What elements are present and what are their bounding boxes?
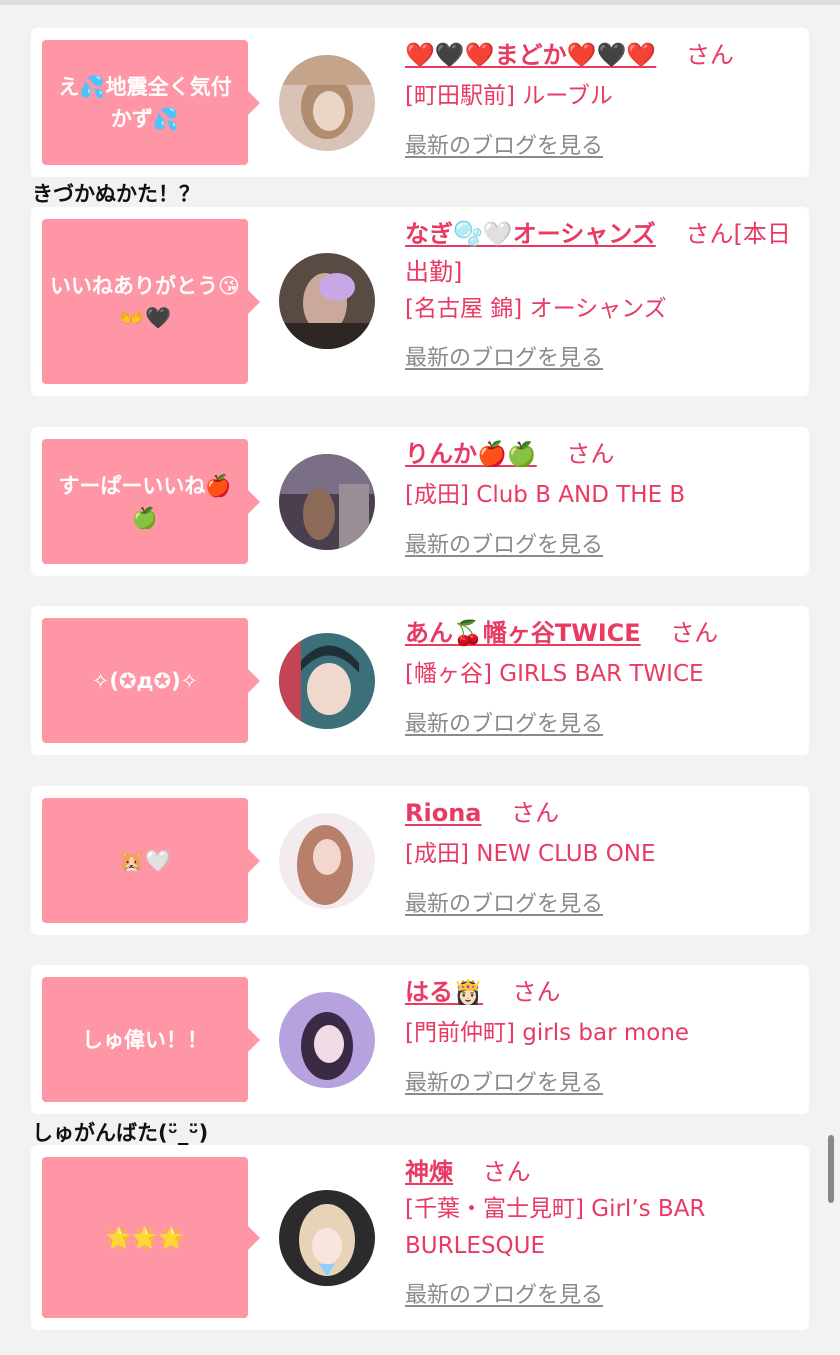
user-name-link[interactable]: Riona	[405, 799, 481, 827]
message-text: 🐹🤍	[118, 848, 172, 873]
latest-blog-link[interactable]: 最新のブログを見る	[405, 527, 603, 559]
user-name-link[interactable]: はる👸🏻	[405, 978, 483, 1006]
message-bubble: いいねありがとう😘👐🖤	[42, 219, 260, 384]
user-name-link[interactable]: 神煉	[405, 1158, 453, 1186]
scrollbar[interactable]	[828, 1135, 834, 1203]
user-name-link[interactable]: なぎ🫧🤍オーシャンズ	[405, 220, 656, 248]
message-text: いいねありがとう😘👐🖤	[50, 273, 240, 330]
message-text: ✧(✪д✪)✧	[91, 668, 199, 693]
latest-blog-link[interactable]: 最新のブログを見る	[405, 1277, 603, 1309]
honorific: さん	[670, 619, 719, 647]
avatar[interactable]	[279, 1190, 375, 1286]
shop-label: [成田] NEW CLUB ONE	[405, 841, 656, 867]
shop-label: [町田駅前] ルーブル	[405, 83, 613, 109]
like-card: え💦地震全く気付かず💦 ❤️🖤❤️まどか❤️🖤❤️ さん [町田駅前] ルーブル…	[31, 28, 809, 177]
shop-label: [門前仲町] girls bar mone	[405, 1020, 690, 1046]
message-text: すーぱーいいね🍎🍏	[58, 473, 232, 530]
latest-blog-link[interactable]: 最新のブログを見る	[405, 706, 603, 738]
message-bubble: すーぱーいいね🍎🍏	[42, 439, 260, 564]
like-card: すーぱーいいね🍎🍏 りんか🍎🍏 さん [成田] Club B AND THE B…	[31, 427, 809, 576]
message-text: しゅ偉い！！	[82, 1027, 208, 1052]
shop-label: [幡ヶ谷] GIRLS BAR TWICE	[405, 661, 704, 687]
message-text: 🌟🌟🌟	[105, 1225, 185, 1250]
like-card: いいねありがとう😘👐🖤 なぎ🫧🤍オーシャンズ さん[本日出勤] [名古屋 錦] …	[31, 207, 809, 396]
shop-label: [千葉・富士見町] Girl’s BAR BURLESQUE	[405, 1196, 706, 1259]
message-bubble: 🌟🌟🌟	[42, 1157, 260, 1318]
message-bubble: 🐹🤍	[42, 798, 260, 923]
avatar[interactable]	[279, 992, 375, 1088]
like-card: 🐹🤍 Riona さん [成田] NEW CLUB ONE 最新のブログを見る	[31, 786, 809, 935]
top-divider	[0, 0, 840, 5]
avatar[interactable]	[279, 813, 375, 909]
like-card: 🌟🌟🌟 神煉 さん [千葉・富士見町] Girl’s BAR BURLESQUE…	[31, 1145, 809, 1330]
honorific: さん	[512, 978, 561, 1006]
latest-blog-link[interactable]: 最新のブログを見る	[405, 886, 603, 918]
user-name-link[interactable]: あん🍒幡ヶ谷TWICE	[405, 619, 641, 647]
user-name-link[interactable]: りんか🍎🍏	[405, 440, 537, 468]
avatar[interactable]	[279, 253, 375, 349]
latest-blog-link[interactable]: 最新のブログを見る	[405, 128, 603, 160]
comment-text: しゅがんばた(ᵕ̈_ᵕ̈)	[32, 1121, 209, 1145]
like-card: ✧(✪д✪)✧ あん🍒幡ヶ谷TWICE さん [幡ヶ谷] GIRLS BAR T…	[31, 606, 809, 755]
avatar[interactable]	[279, 633, 375, 729]
comment-text: きづかぬかた！？	[32, 182, 200, 206]
honorific: さん	[566, 440, 615, 468]
honorific: さん	[482, 1158, 531, 1186]
avatar[interactable]	[279, 454, 375, 550]
user-name-link[interactable]: ❤️🖤❤️まどか❤️🖤❤️	[405, 41, 656, 69]
latest-blog-link[interactable]: 最新のブログを見る	[405, 1065, 603, 1097]
like-card: しゅ偉い！！ はる👸🏻 さん [門前仲町] girls bar mone 最新の…	[31, 965, 809, 1114]
message-bubble: ✧(✪д✪)✧	[42, 618, 260, 743]
avatar[interactable]	[279, 55, 375, 151]
shop-label: [名古屋 錦] オーシャンズ	[405, 296, 667, 322]
message-bubble: しゅ偉い！！	[42, 977, 260, 1102]
honorific: さん	[685, 41, 734, 69]
message-text: え💦地震全く気付かず💦	[58, 74, 232, 131]
shop-label: [成田] Club B AND THE B	[405, 482, 686, 508]
message-bubble: え💦地震全く気付かず💦	[42, 40, 260, 165]
honorific: さん	[511, 799, 560, 827]
latest-blog-link[interactable]: 最新のブログを見る	[405, 340, 603, 372]
